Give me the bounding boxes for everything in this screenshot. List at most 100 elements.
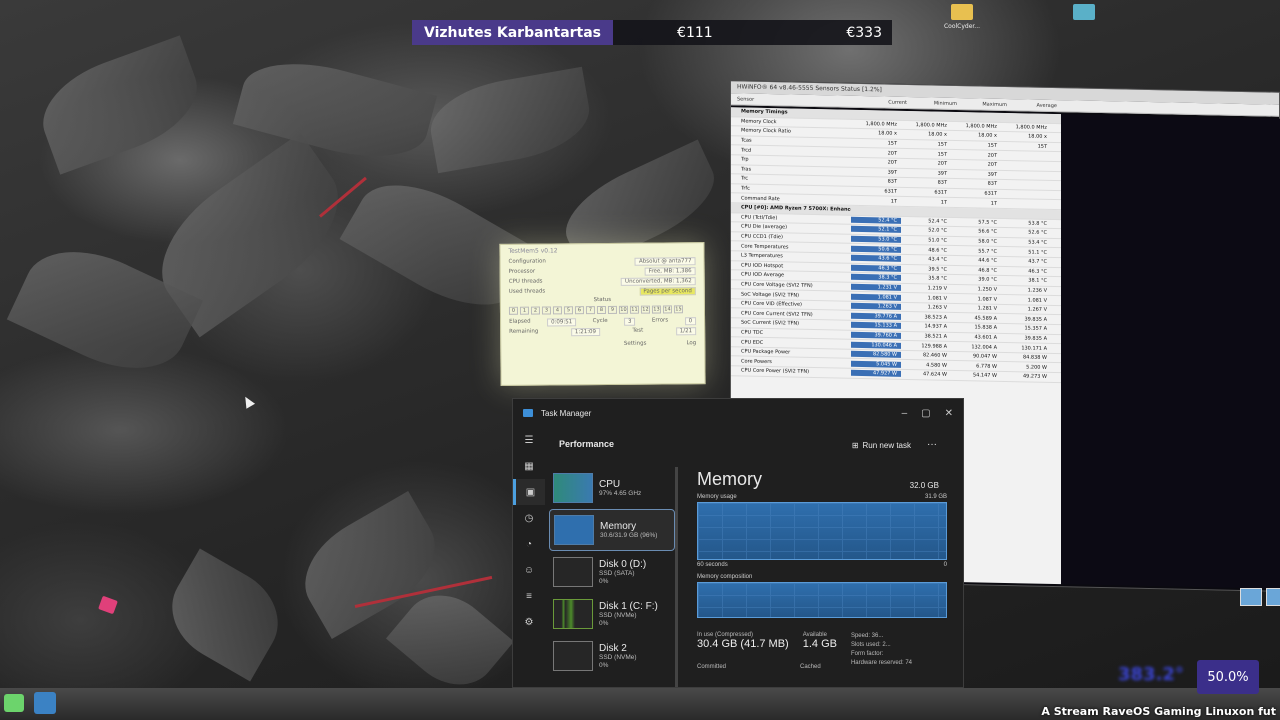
testmem-log-button[interactable]: Log: [686, 340, 696, 346]
start-icon[interactable]: [4, 694, 24, 712]
sensor-value: 39T: [937, 170, 947, 177]
task-manager-window[interactable]: Task Manager – ▢ ✕ ☰ ▦ ▣ ◷ ◔ ☺ ≡ ⚙ Perfo…: [512, 398, 964, 688]
resource-detail: SSD (NVMe): [599, 653, 637, 661]
hwinfo-col-average[interactable]: Average: [1011, 102, 1061, 109]
sensor-name: Trfc: [741, 185, 750, 192]
testmem-label: Processor: [508, 268, 536, 275]
resource-item-disk0[interactable]: Disk 0 (D:) SSD (SATA) 0%: [549, 551, 675, 593]
sensor-value: 5.200 W: [1026, 364, 1047, 371]
hwinfo-col-minimum[interactable]: Minimum: [911, 100, 961, 107]
sensor-value: [951, 212, 1001, 213]
sensor-value: 129.988 A: [921, 342, 947, 350]
task-manager-titlebar[interactable]: Task Manager – ▢ ✕: [513, 399, 963, 427]
sensor-value: 1T: [890, 198, 897, 205]
sensor-value: 15T: [987, 142, 997, 149]
hw-reserved-label: Hardware reserved:: [850, 660, 904, 666]
testmem-errors-value: 0: [684, 317, 697, 326]
sensor-value: 1.087 V: [977, 296, 997, 303]
hwinfo-col-maximum[interactable]: Maximum: [961, 101, 1011, 108]
sensor-value: [1001, 175, 1051, 176]
hwinfo-col-current[interactable]: Current: [861, 98, 911, 105]
memory-usage-label: Memory usage: [697, 494, 737, 500]
leaf-shape: [424, 66, 596, 174]
startup-apps-icon[interactable]: ◔: [513, 531, 545, 557]
hwinfo-col-sensor[interactable]: Sensor: [731, 96, 861, 105]
sensor-value: 39.835 A: [1024, 316, 1047, 323]
status-cell: 0: [508, 306, 519, 315]
more-options-icon[interactable]: ···: [927, 439, 937, 450]
minimize-icon[interactable]: –: [902, 408, 908, 419]
leaf-shape: [232, 46, 438, 174]
users-icon[interactable]: ☺: [513, 557, 545, 583]
price-overlay-bar: Vizhutes Karbantartas €111 €333: [412, 20, 892, 45]
testmem-errors-label: Errors: [651, 317, 669, 324]
testmem-value: Unconverted, MB: 1,362: [620, 277, 696, 286]
resource-item-disk2[interactable]: Disk 2 SSD (NVMe) 0%: [549, 635, 675, 677]
status-cell: 3: [541, 306, 552, 315]
resource-detail: SSD (NVMe): [599, 611, 637, 619]
sensor-value: 48.6 °C: [928, 247, 947, 254]
testmem-value: Pages per second: [639, 287, 696, 296]
services-icon[interactable]: ⚙: [513, 609, 545, 635]
details-icon[interactable]: ≡: [513, 583, 545, 609]
sensor-value: 20T: [887, 159, 897, 167]
sensor-value: 82.580 W: [851, 350, 901, 358]
desktop-shortcut[interactable]: CoolCyder...: [942, 4, 982, 30]
sensor-name: CPU EDC: [741, 339, 764, 346]
maximize-icon[interactable]: ▢: [921, 408, 930, 419]
desktop-shortcut[interactable]: [1064, 4, 1104, 23]
sensor-value: 38.521 A: [924, 333, 947, 340]
testmem-window[interactable]: TestMem5 v0.12 Configuration Absolut @ a…: [499, 242, 706, 386]
run-new-task-button[interactable]: ⊞ Run new task: [852, 441, 911, 450]
sensor-name: Command Rate: [741, 195, 780, 202]
sensor-value: 43.4 °C: [928, 256, 947, 263]
sensor-value: 46.8 °C: [978, 267, 997, 274]
memory-composition-bar: [697, 582, 947, 618]
resource-item-memory[interactable]: Memory 30.6/31.9 GB (96%): [549, 509, 675, 551]
status-cell: 12: [640, 305, 650, 314]
close-icon[interactable]: ✕: [945, 408, 953, 419]
sensor-value: 39.5 °C: [928, 266, 947, 273]
sensor-value: [901, 115, 951, 116]
sensor-value: 46.3 °C: [851, 264, 901, 272]
leaf-shape: [29, 35, 211, 175]
percent-badge: 50.0%: [1197, 660, 1259, 694]
hwinfo-empty-area: [1061, 114, 1280, 589]
sensor-name: Core Temperatures: [741, 243, 789, 251]
sensor-value: 20T: [987, 152, 997, 159]
sensor-name: SoC Voltage (SVI2 TFN): [741, 291, 800, 299]
sensor-value: 50.6 °C: [851, 245, 901, 253]
resource-name: CPU: [599, 478, 621, 490]
testmem-label: CPU threads: [508, 278, 543, 285]
tray-window-icon[interactable]: [1266, 588, 1280, 606]
status-cell: 9: [607, 305, 617, 314]
sensor-value: 38.523 A: [924, 314, 947, 321]
tray-window-icon[interactable]: [1240, 588, 1262, 606]
sensor-value: 83T: [987, 181, 997, 188]
status-cell: 4: [552, 306, 563, 315]
app-history-icon[interactable]: ◷: [513, 505, 545, 531]
resource-name: Disk 0 (D:): [599, 558, 647, 570]
hamburger-menu-icon[interactable]: ☰: [513, 427, 545, 453]
status-cell: 14: [662, 305, 672, 314]
memory-hardware-info: Speed: 36... Slots used: 2... Form facto…: [851, 632, 912, 668]
processes-icon[interactable]: ▦: [513, 453, 545, 479]
sensor-value: 54.147 W: [972, 372, 997, 380]
window-controls: – ▢ ✕: [902, 408, 953, 419]
sensor-name: Trp: [741, 156, 749, 163]
resource-name: Memory: [600, 520, 637, 532]
resource-item-disk1[interactable]: Disk 1 (C: F:) SSD (NVMe) 0%: [549, 593, 675, 635]
memory-usage-labels: Memory usage 31.9 GB: [697, 494, 947, 500]
status-cell: 10: [618, 305, 628, 314]
performance-icon[interactable]: ▣: [513, 479, 545, 505]
testmem-settings-button[interactable]: Settings: [624, 341, 647, 347]
testmem-test-label: Test: [632, 327, 644, 334]
overlay-price-a: €111: [677, 24, 713, 41]
sensor-name: CPU Core Voltage (SVI2 TFN): [741, 281, 813, 289]
resource-list-scrollbar[interactable]: [675, 467, 678, 687]
sensor-value: [851, 114, 901, 115]
taskbar-app-icon[interactable]: [34, 692, 56, 714]
sensor-name: CPU Core VID (Effective): [741, 300, 802, 308]
sensor-value: 84.838 W: [1022, 354, 1047, 362]
resource-item-cpu[interactable]: CPU 97% 4.65 GHz: [549, 467, 675, 509]
